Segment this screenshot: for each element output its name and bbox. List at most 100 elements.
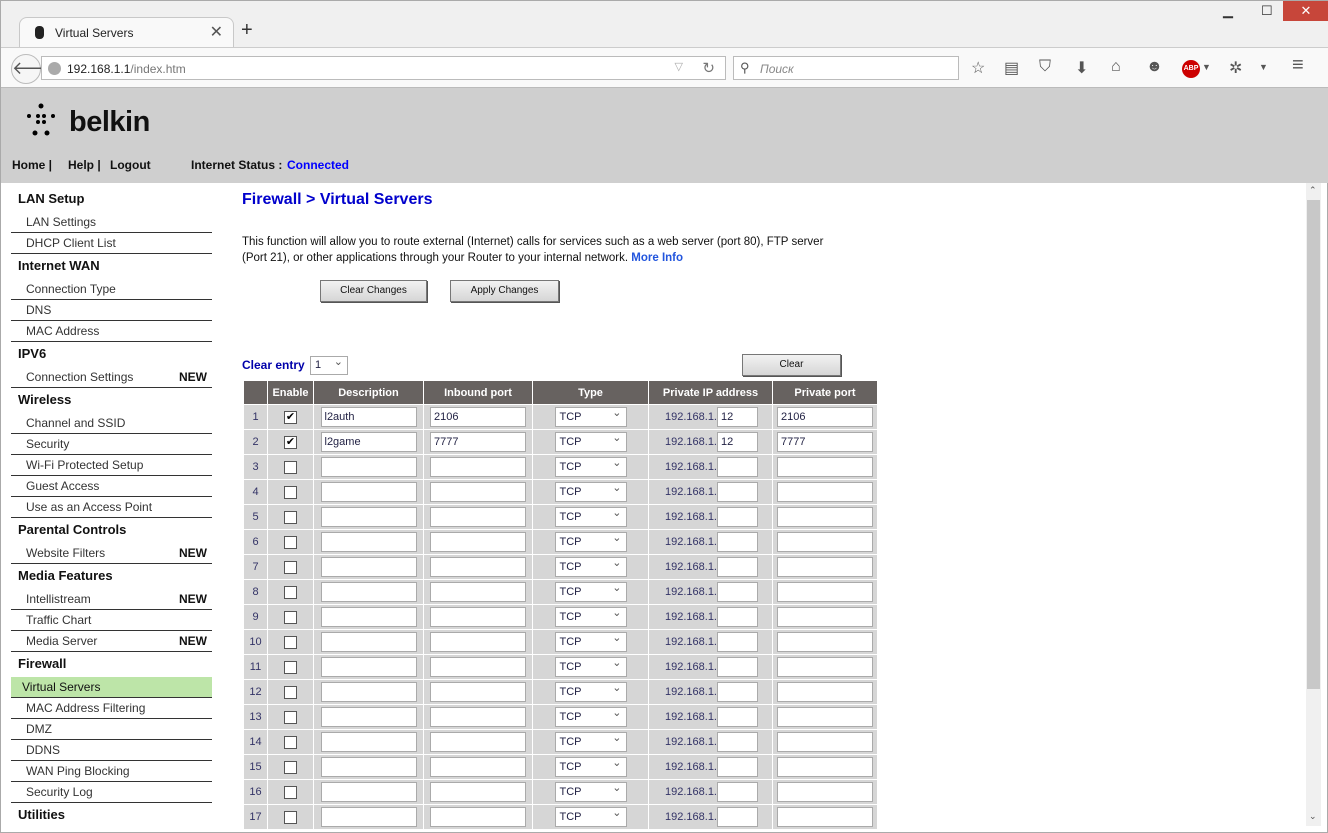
inbound-port-input[interactable] (430, 432, 526, 452)
private-ip-input[interactable] (717, 582, 758, 602)
sidebar-item-virtual-servers[interactable]: Virtual Servers (11, 677, 212, 698)
inbound-port-input[interactable] (430, 707, 526, 727)
description-input[interactable] (320, 807, 417, 827)
sidebar-item-use-as-an-access-point[interactable]: Use as an Access Point (11, 497, 212, 518)
sidebar-item-mac-address[interactable]: MAC Address (11, 321, 212, 342)
scroll-up-icon[interactable]: ⌃ (1309, 185, 1317, 196)
private-port-input[interactable] (777, 532, 873, 552)
scroll-down-icon[interactable]: ⌄ (1309, 811, 1317, 822)
bookmark-star-icon[interactable]: ☆ (971, 58, 985, 78)
private-ip-input[interactable] (717, 807, 758, 827)
description-input[interactable] (320, 657, 417, 677)
inbound-port-input[interactable] (430, 557, 526, 577)
inbound-port-input[interactable] (430, 607, 526, 627)
private-ip-input[interactable] (717, 482, 758, 502)
dropdown-icon[interactable]: ▽ (675, 60, 683, 73)
type-select[interactable]: TCP (554, 781, 627, 802)
sidebar-item-security-log[interactable]: Security Log (11, 782, 212, 803)
inbound-port-input[interactable] (430, 807, 526, 827)
close-window-button[interactable]: ✕ (1283, 1, 1328, 21)
inbound-port-input[interactable] (430, 757, 526, 777)
private-ip-input[interactable] (717, 557, 758, 577)
description-input[interactable] (320, 507, 417, 527)
enable-checkbox[interactable] (284, 485, 297, 499)
type-select[interactable]: TCP (554, 506, 627, 527)
sidebar-item-intellistream[interactable]: Intellistream NEW (11, 589, 212, 610)
description-input[interactable] (320, 407, 417, 427)
sidebar-item-security[interactable]: Security (11, 434, 212, 455)
reading-list-icon[interactable]: ▤ (1004, 58, 1019, 78)
type-select[interactable]: TCP (554, 581, 627, 602)
enable-checkbox[interactable] (284, 760, 297, 774)
inbound-port-input[interactable] (430, 482, 526, 502)
type-select[interactable]: TCP (554, 456, 627, 477)
sidebar-item-website-filters[interactable]: Website Filters NEW (11, 543, 212, 564)
private-port-input[interactable] (777, 582, 873, 602)
description-input[interactable] (320, 432, 417, 452)
inbound-port-input[interactable] (430, 657, 526, 677)
private-ip-input[interactable] (717, 432, 758, 452)
sidebar-item-media-server[interactable]: Media Server NEW (11, 631, 212, 652)
type-select[interactable]: TCP (554, 481, 627, 502)
private-ip-input[interactable] (717, 657, 758, 677)
sidebar-item-ddns[interactable]: DDNS (11, 740, 212, 761)
description-input[interactable] (320, 632, 417, 652)
clear-entry-select[interactable]: 1 (310, 355, 348, 375)
url-bar[interactable]: 192.168.1.1/index.htm ▽ ↻ (41, 56, 726, 80)
type-select[interactable]: TCP (554, 806, 627, 827)
help-link[interactable]: Help | (68, 158, 101, 172)
type-select[interactable]: TCP (554, 431, 627, 452)
private-port-input[interactable] (777, 407, 873, 427)
inbound-port-input[interactable] (430, 732, 526, 752)
private-ip-input[interactable] (717, 632, 758, 652)
private-port-input[interactable] (777, 757, 873, 777)
type-select[interactable]: TCP (554, 406, 627, 427)
inbound-port-input[interactable] (430, 507, 526, 527)
private-ip-input[interactable] (717, 607, 758, 627)
inbound-port-input[interactable] (430, 582, 526, 602)
logout-link[interactable]: Logout (110, 158, 151, 172)
private-port-input[interactable] (777, 607, 873, 627)
enable-checkbox[interactable] (284, 810, 297, 824)
private-ip-input[interactable] (717, 757, 758, 777)
tab-virtual-servers[interactable]: Virtual Servers ✕ (19, 17, 234, 47)
private-port-input[interactable] (777, 432, 873, 452)
home-link[interactable]: Home | (12, 158, 52, 172)
search-input[interactable]: ⚲ Поиск (733, 56, 959, 80)
enable-checkbox[interactable] (284, 535, 297, 549)
inbound-port-input[interactable] (430, 782, 526, 802)
sidebar-item-wi-fi-protected-setup[interactable]: Wi-Fi Protected Setup (11, 455, 212, 476)
private-ip-input[interactable] (717, 782, 758, 802)
enable-checkbox[interactable] (284, 735, 297, 749)
description-input[interactable] (320, 732, 417, 752)
description-input[interactable] (320, 757, 417, 777)
pocket-icon[interactable]: ⛉ (1039, 58, 1051, 76)
adblock-icon[interactable]: ABP (1182, 60, 1200, 78)
back-button[interactable]: 🡐 (11, 54, 60, 84)
private-port-input[interactable] (777, 482, 873, 502)
description-input[interactable] (320, 457, 417, 477)
minimize-button[interactable]: ▁ (1223, 3, 1233, 19)
private-port-input[interactable] (777, 457, 873, 477)
type-select[interactable]: TCP (554, 731, 627, 752)
close-tab-icon[interactable]: ✕ (210, 22, 223, 42)
type-select[interactable]: TCP (554, 681, 627, 702)
download-icon[interactable]: ⬇ (1075, 58, 1088, 78)
enable-checkbox[interactable]: ✔ (284, 435, 297, 449)
private-port-input[interactable] (777, 507, 873, 527)
clear-changes-button[interactable]: Clear Changes (320, 280, 427, 302)
private-ip-input[interactable] (717, 507, 758, 527)
overflow-dropdown-icon[interactable]: ▼ (1259, 62, 1268, 72)
enable-checkbox[interactable] (284, 460, 297, 474)
sidebar-item-guest-access[interactable]: Guest Access (11, 476, 212, 497)
private-port-input[interactable] (777, 657, 873, 677)
sidebar-item-dns[interactable]: DNS (11, 300, 212, 321)
sidebar-item-dhcp-client-list[interactable]: DHCP Client List (11, 233, 212, 254)
inbound-port-input[interactable] (430, 457, 526, 477)
scrollbar-thumb[interactable] (1307, 200, 1320, 689)
description-input[interactable] (320, 557, 417, 577)
chat-icon[interactable]: ☻ (1146, 58, 1163, 76)
private-ip-input[interactable] (717, 457, 758, 477)
enable-checkbox[interactable] (284, 685, 297, 699)
type-select[interactable]: TCP (554, 706, 627, 727)
